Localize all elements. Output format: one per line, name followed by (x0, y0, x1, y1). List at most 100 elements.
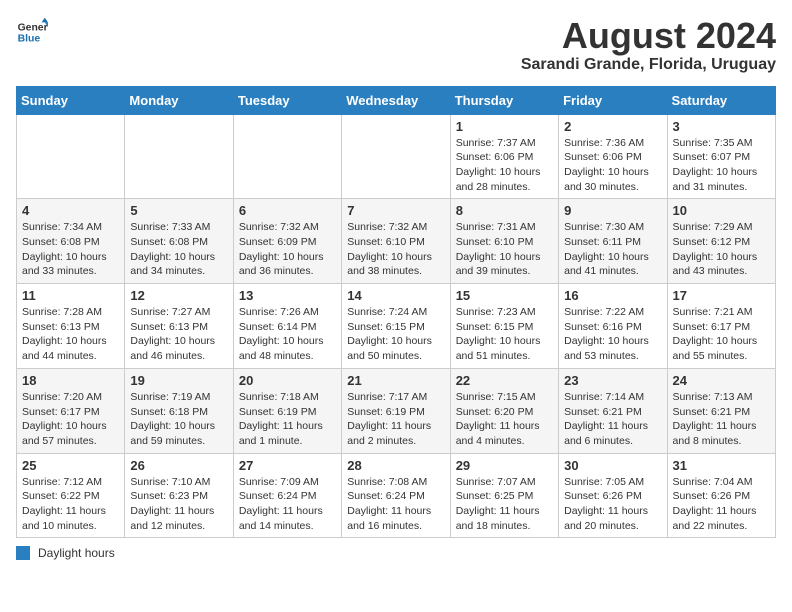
day-number: 16 (564, 288, 661, 303)
day-number: 30 (564, 458, 661, 473)
day-number: 21 (347, 373, 444, 388)
day-number: 3 (673, 119, 770, 134)
calendar-cell: 1 Sunrise: 7:37 AM Sunset: 6:06 PM Daylig… (450, 114, 558, 199)
calendar-cell: 4Sunrise: 7:34 AM Sunset: 6:08 PM Daylig… (17, 199, 125, 284)
calendar-cell: 10 Sunrise: 7:29 AM Sunset: 6:12 PM Dayli… (667, 199, 775, 284)
month-year: August 2024 (521, 16, 776, 56)
day-number: 4 (22, 203, 119, 218)
day-number: 17 (673, 288, 770, 303)
calendar-week-row: 1 Sunrise: 7:37 AM Sunset: 6:06 PM Daylig… (17, 114, 776, 199)
day-number: 5 (130, 203, 227, 218)
day-header-tuesday: Tuesday (233, 86, 341, 114)
location: Sarandi Grande, Florida, Uruguay (521, 56, 776, 74)
day-info: Sunrise: 7:05 AM Sunset: 6:26 PM Dayligh… (564, 475, 661, 534)
legend-label: Daylight hours (38, 546, 115, 560)
calendar-cell: 13 Sunrise: 7:26 AM Sunset: 6:14 PM Dayli… (233, 284, 341, 369)
calendar-cell: 20 Sunrise: 7:18 AM Sunset: 6:19 PM Dayli… (233, 368, 341, 453)
day-info: Sunrise: 7:09 AM Sunset: 6:24 PM Dayligh… (239, 475, 336, 534)
day-number: 20 (239, 373, 336, 388)
svg-text:General: General (18, 22, 48, 33)
day-number: 1 (456, 119, 553, 134)
day-header-saturday: Saturday (667, 86, 775, 114)
day-info: Sunrise: 7:08 AM Sunset: 6:24 PM Dayligh… (347, 475, 444, 534)
day-info: Sunrise: 7:31 AM Sunset: 6:10 PM Dayligh… (456, 220, 553, 279)
day-header-thursday: Thursday (450, 86, 558, 114)
calendar-cell: 22 Sunrise: 7:15 AM Sunset: 6:20 PM Dayli… (450, 368, 558, 453)
calendar-week-row: 25 Sunrise: 7:12 AM Sunset: 6:22 PM Dayli… (17, 453, 776, 538)
day-number: 26 (130, 458, 227, 473)
calendar-cell: 6 Sunrise: 7:32 AM Sunset: 6:09 PM Daylig… (233, 199, 341, 284)
calendar-cell: 9Sunrise: 7:30 AM Sunset: 6:11 PM Daylig… (559, 199, 667, 284)
day-info: Sunrise: 7:26 AM Sunset: 6:14 PM Dayligh… (239, 305, 336, 364)
calendar-week-row: 11Sunrise: 7:28 AM Sunset: 6:13 PM Dayli… (17, 284, 776, 369)
calendar-cell: 2Sunrise: 7:36 AM Sunset: 6:06 PM Daylig… (559, 114, 667, 199)
title-area: August 2024 Sarandi Grande, Florida, Uru… (521, 16, 776, 74)
day-number: 12 (130, 288, 227, 303)
day-info: Sunrise: 7:20 AM Sunset: 6:17 PM Dayligh… (22, 390, 119, 449)
calendar-cell: 28 Sunrise: 7:08 AM Sunset: 6:24 PM Dayli… (342, 453, 450, 538)
calendar-cell: 24 Sunrise: 7:13 AM Sunset: 6:21 PM Dayli… (667, 368, 775, 453)
day-info: Sunrise: 7:04 AM Sunset: 6:26 PM Dayligh… (673, 475, 770, 534)
day-number: 9 (564, 203, 661, 218)
calendar-header-row: SundayMondayTuesdayWednesdayThursdayFrid… (17, 86, 776, 114)
logo-icon: General Blue (16, 16, 48, 48)
day-info: Sunrise: 7:24 AM Sunset: 6:15 PM Dayligh… (347, 305, 444, 364)
day-info: Sunrise: 7:32 AM Sunset: 6:09 PM Dayligh… (239, 220, 336, 279)
calendar-cell: 15 Sunrise: 7:23 AM Sunset: 6:15 PM Dayli… (450, 284, 558, 369)
day-info: Sunrise: 7:15 AM Sunset: 6:20 PM Dayligh… (456, 390, 553, 449)
day-info: Sunrise: 7:29 AM Sunset: 6:12 PM Dayligh… (673, 220, 770, 279)
day-header-monday: Monday (125, 86, 233, 114)
day-number: 10 (673, 203, 770, 218)
day-header-sunday: Sunday (17, 86, 125, 114)
calendar-cell: 7 Sunrise: 7:32 AM Sunset: 6:10 PM Daylig… (342, 199, 450, 284)
calendar-cell: 8Sunrise: 7:31 AM Sunset: 6:10 PM Daylig… (450, 199, 558, 284)
day-number: 18 (22, 373, 119, 388)
calendar-cell: 12 Sunrise: 7:27 AM Sunset: 6:13 PM Dayli… (125, 284, 233, 369)
day-info: Sunrise: 7:32 AM Sunset: 6:10 PM Dayligh… (347, 220, 444, 279)
calendar-cell: 31Sunrise: 7:04 AM Sunset: 6:26 PM Dayli… (667, 453, 775, 538)
day-info: Sunrise: 7:19 AM Sunset: 6:18 PM Dayligh… (130, 390, 227, 449)
day-info: Sunrise: 7:17 AM Sunset: 6:19 PM Dayligh… (347, 390, 444, 449)
day-info: Sunrise: 7:14 AM Sunset: 6:21 PM Dayligh… (564, 390, 661, 449)
day-info: Sunrise: 7:18 AM Sunset: 6:19 PM Dayligh… (239, 390, 336, 449)
day-info: Sunrise: 7:13 AM Sunset: 6:21 PM Dayligh… (673, 390, 770, 449)
footer: Daylight hours (16, 546, 776, 560)
day-number: 25 (22, 458, 119, 473)
calendar-cell: 27Sunrise: 7:09 AM Sunset: 6:24 PM Dayli… (233, 453, 341, 538)
day-number: 19 (130, 373, 227, 388)
day-info: Sunrise: 7:27 AM Sunset: 6:13 PM Dayligh… (130, 305, 227, 364)
day-number: 14 (347, 288, 444, 303)
day-number: 15 (456, 288, 553, 303)
day-info: Sunrise: 7:22 AM Sunset: 6:16 PM Dayligh… (564, 305, 661, 364)
calendar-cell: 16 Sunrise: 7:22 AM Sunset: 6:16 PM Dayli… (559, 284, 667, 369)
legend-box (16, 546, 30, 560)
calendar-cell (233, 114, 341, 199)
calendar-cell: 30 Sunrise: 7:05 AM Sunset: 6:26 PM Dayli… (559, 453, 667, 538)
day-number: 28 (347, 458, 444, 473)
calendar-cell: 29Sunrise: 7:07 AM Sunset: 6:25 PM Dayli… (450, 453, 558, 538)
calendar-table: SundayMondayTuesdayWednesdayThursdayFrid… (16, 86, 776, 539)
day-header-friday: Friday (559, 86, 667, 114)
calendar-cell: 23Sunrise: 7:14 AM Sunset: 6:21 PM Dayli… (559, 368, 667, 453)
day-info: Sunrise: 7:12 AM Sunset: 6:22 PM Dayligh… (22, 475, 119, 534)
day-info: Sunrise: 7:07 AM Sunset: 6:25 PM Dayligh… (456, 475, 553, 534)
calendar-week-row: 18 Sunrise: 7:20 AM Sunset: 6:17 PM Dayli… (17, 368, 776, 453)
day-info: Sunrise: 7:37 AM Sunset: 6:06 PM Dayligh… (456, 136, 553, 195)
calendar-cell (17, 114, 125, 199)
day-number: 7 (347, 203, 444, 218)
day-number: 22 (456, 373, 553, 388)
day-number: 6 (239, 203, 336, 218)
svg-text:Blue: Blue (18, 34, 41, 45)
day-header-wednesday: Wednesday (342, 86, 450, 114)
calendar-cell: 21 Sunrise: 7:17 AM Sunset: 6:19 PM Dayli… (342, 368, 450, 453)
day-info: Sunrise: 7:33 AM Sunset: 6:08 PM Dayligh… (130, 220, 227, 279)
calendar-cell: 18 Sunrise: 7:20 AM Sunset: 6:17 PM Dayli… (17, 368, 125, 453)
day-number: 13 (239, 288, 336, 303)
day-number: 2 (564, 119, 661, 134)
day-info: Sunrise: 7:23 AM Sunset: 6:15 PM Dayligh… (456, 305, 553, 364)
calendar-cell: 19 Sunrise: 7:19 AM Sunset: 6:18 PM Dayli… (125, 368, 233, 453)
calendar-cell: 25 Sunrise: 7:12 AM Sunset: 6:22 PM Dayli… (17, 453, 125, 538)
calendar-cell: 17Sunrise: 7:21 AM Sunset: 6:17 PM Dayli… (667, 284, 775, 369)
day-number: 24 (673, 373, 770, 388)
day-info: Sunrise: 7:35 AM Sunset: 6:07 PM Dayligh… (673, 136, 770, 195)
